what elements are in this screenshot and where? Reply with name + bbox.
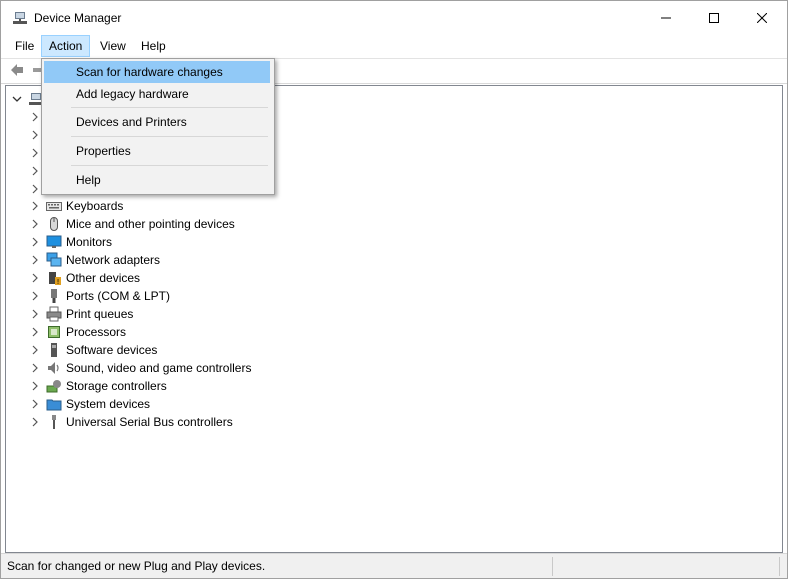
status-text: Scan for changed or new Plug and Play de… — [7, 559, 266, 573]
menu-item-properties[interactable]: Properties — [44, 140, 270, 162]
tree-item-monitors[interactable]: Monitors — [30, 233, 112, 251]
menu-separator — [71, 136, 268, 137]
tree-item-label: Storage controllers — [66, 379, 167, 393]
system-folder-icon — [46, 399, 62, 411]
tree-item-label: Universal Serial Bus controllers — [66, 415, 233, 429]
menu-bar: File Action View Help — [1, 34, 787, 59]
tree-item-label: Processors — [66, 325, 127, 339]
chevron-right-icon[interactable] — [32, 327, 38, 337]
menu-item-label: Scan for hardware changes — [76, 65, 223, 79]
network-adapter-icon — [46, 252, 62, 267]
tree-item-storage-controllers[interactable]: Storage controllers — [30, 377, 167, 395]
chevron-right-icon[interactable] — [32, 201, 38, 211]
menu-view[interactable]: View — [93, 36, 133, 56]
tree-item-keyboards[interactable]: Keyboards — [30, 197, 123, 215]
tree-item-label: Mice and other pointing devices — [66, 217, 235, 231]
close-button[interactable] — [739, 1, 785, 34]
menu-separator — [71, 107, 268, 108]
tree-item-other-devices[interactable]: ! Other devices — [30, 269, 140, 287]
close-icon — [757, 12, 767, 23]
tree-item-system-devices[interactable]: System devices — [30, 395, 150, 413]
minimize-icon — [661, 17, 671, 18]
maximize-button[interactable] — [691, 1, 737, 34]
status-divider — [552, 557, 553, 576]
chevron-right-icon[interactable] — [32, 166, 38, 176]
menu-item-add-legacy-hardware[interactable]: Add legacy hardware — [44, 83, 270, 105]
tree-item-network-adapters[interactable]: Network adapters — [30, 251, 160, 269]
menu-item-help[interactable]: Help — [44, 169, 270, 191]
chevron-right-icon[interactable] — [32, 130, 38, 140]
chevron-down-icon[interactable] — [12, 90, 22, 108]
tree-item-processors[interactable]: Processors — [30, 323, 126, 341]
storage-icon — [46, 380, 61, 393]
software-device-icon — [51, 343, 57, 357]
chevron-right-icon[interactable] — [32, 363, 38, 373]
menu-item-label: Add legacy hardware — [76, 87, 189, 101]
maximize-icon — [709, 12, 719, 23]
tree-item-usb-controllers[interactable]: Universal Serial Bus controllers — [30, 413, 233, 431]
chevron-right-icon[interactable] — [32, 399, 38, 409]
status-divider — [779, 557, 780, 576]
menu-action[interactable]: Action — [41, 35, 91, 57]
title-bar[interactable]: Device Manager — [1, 1, 787, 34]
chevron-right-icon[interactable] — [32, 148, 38, 158]
other-devices-icon: ! — [49, 272, 61, 286]
tree-item-label: Keyboards — [66, 199, 124, 213]
tree-item-label: Ports (COM & LPT) — [66, 289, 171, 303]
menu-item-devices-and-printers[interactable]: Devices and Printers — [44, 111, 270, 133]
window-title: Device Manager — [34, 11, 122, 25]
status-bar: Scan for changed or new Plug and Play de… — [1, 553, 787, 578]
chevron-right-icon[interactable] — [32, 237, 38, 247]
chevron-right-icon[interactable] — [32, 291, 38, 301]
tree-item-label: System devices — [66, 397, 151, 411]
tree-item-print-queues[interactable]: Print queues — [30, 305, 133, 323]
chevron-right-icon[interactable] — [32, 417, 38, 427]
device-manager-window: Device Manager File Action View Help Key… — [0, 0, 788, 579]
action-menu: Scan for hardware changes Add legacy har… — [41, 58, 275, 195]
usb-icon — [52, 415, 56, 429]
tree-item-label: Software devices — [66, 343, 158, 357]
tree-item-ports[interactable]: Ports (COM & LPT) — [30, 287, 170, 305]
menu-item-scan-hardware[interactable]: Scan for hardware changes — [44, 61, 270, 83]
device-manager-icon — [13, 12, 27, 24]
menu-item-label: Devices and Printers — [76, 115, 187, 129]
monitor-icon — [46, 235, 62, 248]
menu-help[interactable]: Help — [134, 36, 173, 56]
processor-icon — [48, 326, 60, 338]
printer-icon — [46, 306, 62, 322]
minimize-button[interactable] — [643, 1, 689, 34]
tree-item-label: Sound, video and game controllers — [66, 361, 252, 375]
mouse-icon — [50, 217, 58, 231]
chevron-right-icon[interactable] — [32, 273, 38, 283]
menu-file[interactable]: File — [8, 36, 41, 56]
tree-item-label: Other devices — [66, 271, 141, 285]
tree-item-software-devices[interactable]: Software devices — [30, 341, 157, 359]
chevron-right-icon[interactable] — [32, 255, 38, 265]
keyboard-icon — [46, 202, 62, 211]
tree-item-label: Print queues — [66, 307, 134, 321]
tree-item-sound[interactable]: Sound, video and game controllers — [30, 359, 251, 377]
tree-item-label: Monitors — [66, 235, 113, 249]
chevron-right-icon[interactable] — [32, 309, 38, 319]
chevron-right-icon[interactable] — [32, 381, 38, 391]
menu-item-label: Properties — [76, 144, 131, 158]
back-arrow-icon[interactable] — [9, 62, 25, 78]
menu-separator — [71, 165, 268, 166]
chevron-right-icon[interactable] — [32, 345, 38, 355]
menu-item-label: Help — [76, 173, 101, 187]
chevron-right-icon[interactable] — [32, 112, 38, 122]
svg-text:!: ! — [57, 278, 60, 286]
chevron-right-icon[interactable] — [32, 219, 38, 229]
chevron-right-icon[interactable] — [32, 184, 38, 194]
tree-item-mice[interactable]: Mice and other pointing devices — [30, 215, 235, 233]
speaker-icon — [48, 362, 59, 374]
tree-item-label: Network adapters — [66, 253, 161, 267]
tree-root-computer[interactable] — [12, 90, 44, 108]
port-icon — [51, 289, 57, 303]
